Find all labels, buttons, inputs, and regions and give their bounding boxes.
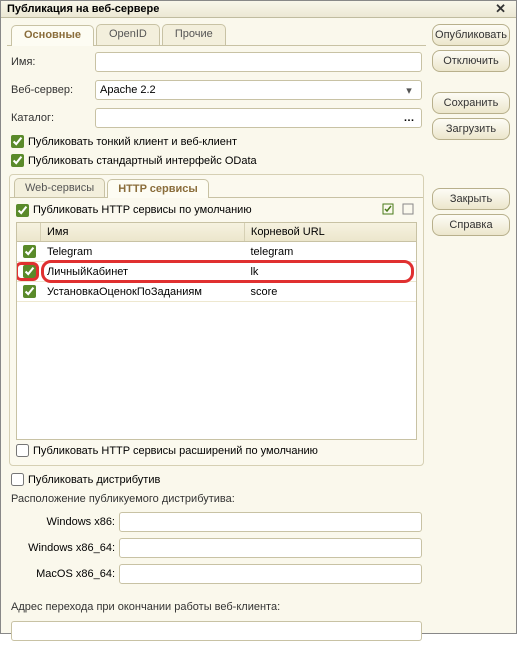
- table-row[interactable]: УстановкаОценокПоЗаданиямscore: [17, 282, 416, 302]
- http-services-header: Публиковать HTTP сервисы по умолчанию: [10, 198, 423, 222]
- row-publish-http-ext: Публиковать HTTP сервисы расширений по у…: [10, 440, 423, 461]
- table-header: Имя Корневой URL: [17, 223, 416, 242]
- th-check: [17, 223, 41, 241]
- input-exit-addr[interactable]: [11, 621, 422, 641]
- row-publish-thin: Публиковать тонкий клиент и веб-клиент: [7, 134, 426, 149]
- label-publish-http-ext[interactable]: Публиковать HTTP сервисы расширений по у…: [33, 445, 318, 457]
- browse-icon[interactable]: …: [401, 112, 417, 124]
- check-all-icon[interactable]: [381, 202, 397, 218]
- th-name: Имя: [41, 223, 245, 241]
- select-webserver[interactable]: Apache 2.2 ▾: [95, 80, 422, 100]
- row-check-cell: [17, 285, 41, 298]
- row-check-cell: [17, 265, 41, 278]
- row-name-cell: Telegram: [41, 246, 244, 258]
- checkbox-publish-http-default[interactable]: [16, 204, 29, 217]
- label-publish-odata[interactable]: Публиковать стандартный интерфейс OData: [28, 155, 257, 167]
- titlebar: Публикация на веб-сервере ✕: [1, 1, 516, 18]
- disconnect-button[interactable]: Отключить: [432, 50, 510, 72]
- table-body: TelegramtelegramЛичныйКабинетlkУстановка…: [17, 242, 416, 439]
- input-name[interactable]: [95, 52, 422, 72]
- row-url-cell: lk: [244, 266, 416, 278]
- label-win86: Windows x86:: [11, 516, 115, 528]
- label-publish-http-default[interactable]: Публиковать HTTP сервисы по умолчанию: [33, 204, 252, 216]
- label-exit-addr: Адрес перехода при окончании работы веб-…: [7, 599, 426, 615]
- row-check-cell: [17, 245, 41, 258]
- save-button[interactable]: Сохранить: [432, 92, 510, 114]
- main-panel: Основные OpenID Прочие Имя: Веб-сервер: …: [7, 24, 426, 645]
- row-checkbox[interactable]: [23, 265, 36, 278]
- close-icon[interactable]: ✕: [491, 1, 510, 17]
- tab-main[interactable]: Основные: [11, 25, 94, 46]
- checkbox-publish-thin[interactable]: [11, 135, 24, 148]
- row-mac64: MacOS x86_64:: [7, 563, 426, 585]
- chevron-down-icon[interactable]: ▾: [401, 84, 417, 97]
- input-win64[interactable]: [119, 538, 422, 558]
- inner-tabs: Web-сервисы HTTP сервисы: [10, 175, 423, 198]
- th-url: Корневой URL: [245, 223, 416, 241]
- row-publish-odata: Публиковать стандартный интерфейс OData: [7, 153, 426, 168]
- tab-other[interactable]: Прочие: [162, 24, 226, 45]
- load-button[interactable]: Загрузить: [432, 118, 510, 140]
- input-catalog[interactable]: …: [95, 108, 422, 128]
- label-dist-location: Расположение публикуемого дистрибутива:: [7, 491, 426, 507]
- dialog-title: Публикация на веб-сервере: [7, 3, 159, 15]
- side-buttons: Опубликовать Отключить Сохранить Загрузи…: [432, 24, 510, 645]
- row-name-cell: УстановкаОценокПоЗаданиям: [41, 286, 244, 298]
- select-webserver-value: Apache 2.2: [100, 84, 156, 96]
- help-button[interactable]: Справка: [432, 214, 510, 236]
- row-name: Имя:: [7, 50, 426, 74]
- table-row[interactable]: ЛичныйКабинетlk: [17, 262, 416, 282]
- row-catalog: Каталог: …: [7, 106, 426, 130]
- row-name-cell: ЛичныйКабинет: [41, 266, 244, 278]
- row-win64: Windows x86_64:: [7, 537, 426, 559]
- label-win64: Windows x86_64:: [11, 542, 115, 554]
- tab-web-services[interactable]: Web-сервисы: [14, 178, 105, 197]
- close-button[interactable]: Закрыть: [432, 188, 510, 210]
- row-win86: Windows x86:: [7, 511, 426, 533]
- label-publish-dist[interactable]: Публиковать дистрибутив: [28, 474, 160, 486]
- top-tabs: Основные OpenID Прочие: [7, 24, 426, 46]
- row-url-cell: telegram: [244, 246, 416, 258]
- uncheck-all-icon[interactable]: [401, 202, 417, 218]
- row-checkbox[interactable]: [23, 285, 36, 298]
- label-catalog: Каталог:: [11, 112, 89, 124]
- publish-button[interactable]: Опубликовать: [432, 24, 510, 46]
- label-mac64: MacOS x86_64:: [11, 568, 115, 580]
- checkbox-publish-odata[interactable]: [11, 154, 24, 167]
- row-url-cell: score: [244, 286, 416, 298]
- row-webserver: Веб-сервер: Apache 2.2 ▾: [7, 78, 426, 102]
- http-services-table: Имя Корневой URL TelegramtelegramЛичныйК…: [16, 222, 417, 440]
- services-group: Web-сервисы HTTP сервисы Публиковать HTT…: [9, 174, 424, 466]
- dialog: Публикация на веб-сервере ✕ Основные Ope…: [0, 0, 517, 634]
- input-win86[interactable]: [119, 512, 422, 532]
- table-row[interactable]: Telegramtelegram: [17, 242, 416, 262]
- dialog-body: Основные OpenID Прочие Имя: Веб-сервер: …: [1, 18, 516, 651]
- label-webserver: Веб-сервер:: [11, 84, 89, 96]
- tab-http-services[interactable]: HTTP сервисы: [107, 179, 209, 198]
- checkbox-publish-http-ext[interactable]: [16, 444, 29, 457]
- tab-openid[interactable]: OpenID: [96, 24, 160, 45]
- input-mac64[interactable]: [119, 564, 422, 584]
- row-publish-http-default: Публиковать HTTP сервисы по умолчанию: [16, 204, 252, 217]
- row-publish-dist: Публиковать дистрибутив: [7, 472, 426, 487]
- row-checkbox[interactable]: [23, 245, 36, 258]
- label-publish-thin[interactable]: Публиковать тонкий клиент и веб-клиент: [28, 136, 237, 148]
- label-name: Имя:: [11, 56, 89, 68]
- checkbox-publish-dist[interactable]: [11, 473, 24, 486]
- table-toolbar: [381, 202, 417, 218]
